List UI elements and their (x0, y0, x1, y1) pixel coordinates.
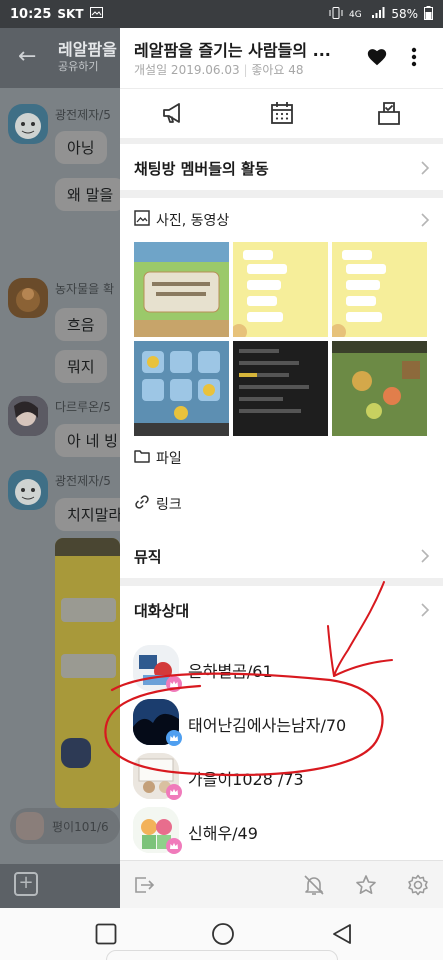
crown-badge-icon (166, 784, 182, 800)
crown-badge-icon (166, 676, 182, 692)
image-notification-icon (89, 6, 103, 22)
gesture-pill (106, 950, 338, 960)
settings-icon[interactable] (406, 873, 430, 897)
chat-room-title: 레알팜을 즐기는 사람들의 ... (134, 41, 331, 60)
shared-image-card[interactable] (55, 538, 120, 808)
avatar (8, 396, 48, 436)
member-name: 은하별곰/61 (188, 662, 273, 681)
chevron-right-icon (420, 548, 430, 563)
member-name: 태어난김에사는남자/70 (188, 716, 347, 735)
message-sender: 농자물을 확 (55, 282, 115, 296)
music-row[interactable]: 뮤직 (120, 532, 443, 578)
lte-icon: 4G (349, 7, 365, 22)
message-sender: 광전제자/5 (55, 474, 111, 488)
status-time: 10:25 (10, 6, 52, 22)
files-label[interactable]: 파일 (156, 448, 182, 468)
media-thumbnail[interactable] (332, 341, 427, 436)
vote-icon[interactable] (375, 99, 403, 127)
media-thumbnail[interactable] (134, 242, 229, 337)
screen: 10:25 SKT 4G 58% ← 레알팜을 공유하기 광전제자/5 아닝 왜… (0, 0, 443, 960)
media-thumbnail[interactable] (233, 242, 328, 337)
links-label[interactable]: 링크 (156, 494, 182, 514)
members-title: 대화상대 (134, 602, 190, 620)
drawer-footer (120, 860, 443, 908)
media-thumbnail[interactable] (332, 242, 427, 337)
avatar (8, 470, 48, 510)
star-icon[interactable] (354, 873, 378, 897)
chevron-right-icon[interactable] (420, 602, 430, 617)
music-title: 뮤직 (134, 548, 162, 566)
media-section: 사진, 동영상 파일 링크 (120, 198, 443, 544)
chevron-right-icon[interactable] (420, 212, 430, 227)
battery-icon (424, 5, 433, 23)
background-chat-title: 레알팜을 (58, 40, 117, 59)
status-battery: 58% (391, 7, 418, 21)
back-icon[interactable] (330, 922, 354, 946)
media-thumbnail[interactable] (233, 341, 328, 436)
member-name: 신해우/49 (188, 824, 258, 843)
message-bubble[interactable]: 흐음 (55, 308, 107, 341)
more-options-icon[interactable] (410, 46, 418, 68)
background-input-preview: 평이101/6 (52, 820, 109, 834)
media-label: 사진, 동영상 (156, 213, 230, 229)
member-item[interactable]: 가을이1028 /73 (120, 750, 443, 804)
message-sender: 다르루온/5 (55, 400, 111, 414)
created-date: 개설일 2019.06.03 (134, 63, 240, 77)
member-name: 가을이1028 /73 (188, 770, 304, 789)
recent-apps-icon[interactable] (94, 922, 118, 946)
chevron-right-icon (420, 160, 430, 175)
crown-badge-icon (166, 730, 182, 746)
members-activity-title: 채팅방 멤버들의 활동 (134, 160, 269, 178)
member-item[interactable]: 태어난김에사는남자/70 (120, 696, 443, 750)
drawer-header: 레알팜을 즐기는 사람들의 ... 개설일 2019.06.03 | 좋아요 4… (120, 28, 443, 88)
status-carrier: SKT (57, 7, 84, 21)
plus-icon[interactable]: + (14, 872, 38, 896)
image-icon (134, 210, 150, 226)
calendar-icon[interactable] (268, 99, 296, 127)
signal-icon (371, 6, 385, 22)
member-item[interactable]: 은하별곰/61 (120, 642, 443, 696)
back-arrow-icon[interactable]: ← (18, 44, 36, 69)
members-section: 대화상대 은하별곰/61 태어난김에사는남자/70 가을이1028 /73 신해… (120, 586, 443, 860)
exit-icon[interactable] (132, 873, 156, 897)
folder-icon (134, 448, 150, 464)
home-icon[interactable] (211, 922, 235, 946)
media-thumbnail[interactable] (134, 341, 229, 436)
message-bubble[interactable]: 아닝 (55, 131, 107, 164)
chat-room-meta: 개설일 2019.06.03 | 좋아요 48 (134, 61, 304, 78)
message-bubble[interactable]: 아 네 빙 (55, 424, 130, 457)
status-right: 4G 58% (329, 5, 433, 23)
likes-count: 좋아요 48 (251, 63, 304, 77)
avatar (16, 812, 44, 840)
megaphone-icon[interactable] (160, 99, 188, 127)
notifications-off-icon[interactable] (302, 873, 326, 897)
vibrate-icon (329, 6, 343, 22)
drawer-toolbar (120, 88, 443, 138)
crown-badge-icon (166, 838, 182, 854)
svg-text:4G: 4G (349, 10, 362, 19)
heart-icon[interactable] (366, 46, 388, 68)
chat-drawer: 레알팜을 즐기는 사람들의 ... 개설일 2019.06.03 | 좋아요 4… (120, 28, 443, 908)
status-bar: 10:25 SKT 4G 58% (0, 0, 443, 28)
link-icon (134, 494, 150, 510)
message-bubble[interactable]: 뭐지 (55, 350, 107, 383)
avatar (8, 104, 48, 144)
message-sender: 광전제자/5 (55, 108, 111, 122)
member-item[interactable]: 신해우/49 (120, 804, 443, 858)
background-chat-subtitle: 공유하기 (58, 60, 99, 73)
members-activity-row[interactable]: 채팅방 멤버들의 활동 (120, 144, 443, 190)
avatar (8, 278, 48, 318)
media-grid (134, 242, 429, 436)
message-bubble[interactable]: 왜 말을 (55, 178, 126, 211)
